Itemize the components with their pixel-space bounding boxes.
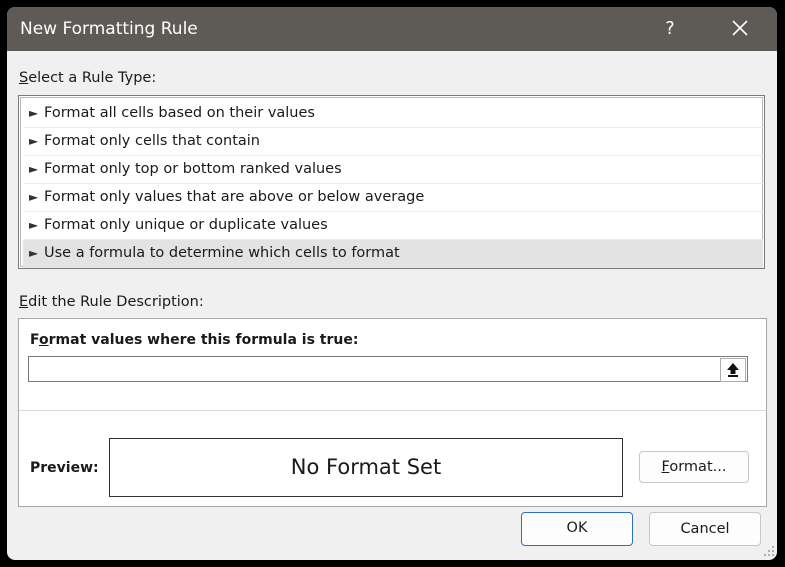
ok-button[interactable]: OK — [521, 512, 633, 546]
rule-type-label: Format all cells based on their values — [44, 105, 315, 121]
close-icon — [732, 20, 748, 36]
preview-label: Preview: — [30, 460, 99, 476]
rule-type-label: Format only unique or duplicate values — [44, 217, 328, 233]
formula-label-start: F — [30, 332, 39, 348]
new-formatting-rule-dialog: New Formatting Rule ? Select a Rule Type… — [7, 7, 777, 560]
rule-arrow-icon: ► — [29, 134, 39, 148]
rule-type-item[interactable]: ► Format only unique or duplicate values — [23, 212, 763, 240]
rule-type-heading-accel: S — [19, 70, 29, 86]
preview-box: No Format Set — [109, 438, 623, 497]
rule-type-label: Format only top or bottom ranked values — [44, 161, 342, 177]
rule-description-heading-accel: E — [19, 294, 29, 310]
rule-arrow-icon: ► — [29, 190, 39, 204]
rule-arrow-icon: ► — [29, 162, 39, 176]
rule-type-item[interactable]: ► Format only cells that contain — [23, 128, 763, 156]
rule-arrow-icon: ► — [29, 246, 39, 260]
rule-type-label: Format only cells that contain — [44, 133, 260, 149]
title-bar[interactable]: New Formatting Rule ? — [7, 7, 777, 51]
cancel-button[interactable]: Cancel — [649, 512, 761, 546]
resize-grip-icon[interactable] — [763, 545, 775, 557]
rule-type-item[interactable]: ► Format only top or bottom ranked value… — [23, 156, 763, 184]
format-button-label: ormat... — [669, 459, 727, 475]
format-button[interactable]: Format... — [639, 451, 749, 483]
rule-arrow-icon: ► — [29, 218, 39, 232]
formula-input[interactable] — [28, 356, 748, 382]
rule-description-heading-text: dit the Rule Description: — [28, 294, 204, 310]
formula-label: Format values where this formula is true… — [30, 332, 358, 348]
formula-label-accel: o — [39, 332, 49, 348]
rule-description-heading: Edit the Rule Description: — [19, 294, 204, 310]
collapse-dialog-button[interactable] — [720, 358, 746, 382]
help-button[interactable]: ? — [652, 13, 688, 45]
rule-type-item-selected[interactable]: ► Use a formula to determine which cells… — [23, 240, 763, 268]
rule-type-heading: Select a Rule Type: — [19, 70, 156, 86]
rule-type-label: Use a formula to determine which cells t… — [44, 245, 400, 261]
collapse-dialog-icon — [727, 363, 739, 377]
rule-type-label: Format only values that are above or bel… — [44, 189, 425, 205]
rule-type-item[interactable]: ► Format all cells based on their values — [23, 100, 763, 128]
rule-type-list[interactable]: ► Format all cells based on their values… — [18, 95, 765, 269]
rule-type-item[interactable]: ► Format only values that are above or b… — [23, 184, 763, 212]
rule-arrow-icon: ► — [29, 106, 39, 120]
divider — [19, 410, 766, 411]
rule-description-panel: Format values where this formula is true… — [18, 318, 767, 507]
close-button[interactable] — [725, 15, 755, 43]
dialog-title: New Formatting Rule — [20, 19, 198, 39]
rule-type-heading-text: elect a Rule Type: — [28, 70, 157, 86]
formula-label-text: rmat values where this formula is true: — [48, 332, 359, 348]
